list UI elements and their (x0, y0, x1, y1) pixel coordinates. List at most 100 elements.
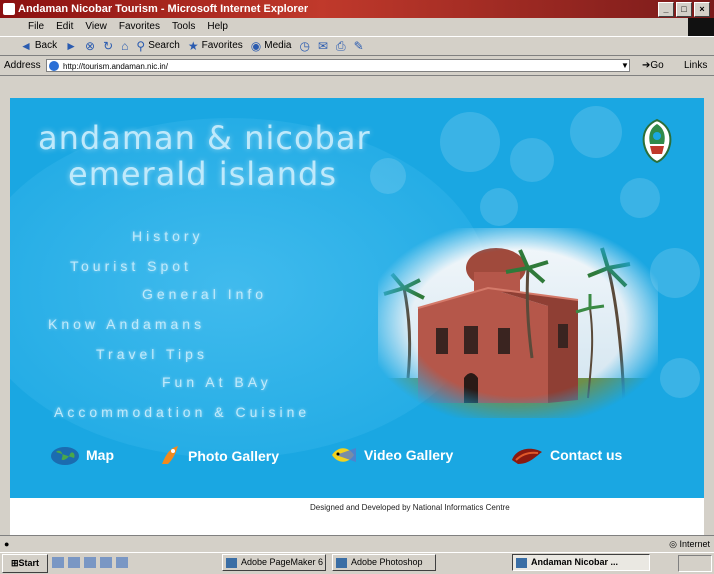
home-button[interactable]: ⌂ (121, 36, 128, 56)
nav-travel-tips[interactable]: Travel Tips (96, 346, 208, 362)
window-controls: _ □ × (658, 2, 710, 17)
bubble-decoration (660, 358, 700, 398)
tropical-fish-icon (332, 448, 356, 462)
minimize-button[interactable]: _ (658, 2, 674, 17)
task-internet-explorer[interactable]: Andaman Nicobar ... (512, 554, 650, 571)
edit-icon: ✎ (353, 39, 364, 53)
system-tray (678, 555, 712, 572)
sea-creature-icon (512, 448, 542, 464)
mail-icon: ✉ (317, 39, 329, 53)
window-titlebar: Andaman Nicobar Tourism - Microsoft Inte… (0, 0, 714, 18)
menu-edit[interactable]: Edit (56, 18, 73, 36)
video-gallery-link[interactable]: Video Gallery (330, 444, 453, 466)
pagemaker-icon (226, 558, 237, 568)
bubble-decoration (620, 178, 660, 218)
address-label: Address (4, 60, 41, 71)
emblem-icon (642, 118, 672, 164)
ie-icon (3, 3, 15, 15)
menu-file[interactable]: File (28, 18, 44, 36)
fish-icon (162, 446, 178, 464)
star-icon: ★ (187, 39, 199, 53)
video-gallery-label: Video Gallery (364, 447, 454, 463)
address-bar: Address http://tourism.andaman.nic.in/ ▼… (0, 56, 714, 76)
history-icon: ◷ (299, 39, 310, 53)
contact-us-link[interactable]: Contact us (510, 444, 622, 466)
nav-tourist-spot[interactable]: Tourist Spot (70, 258, 192, 274)
quick-launch-icon[interactable] (84, 557, 96, 568)
go-button[interactable]: ➔Go (642, 56, 664, 76)
page-icon (49, 61, 59, 71)
forward-button[interactable]: ► (65, 36, 77, 56)
forward-arrow-icon: ► (65, 39, 78, 53)
refresh-icon: ↻ (103, 39, 114, 53)
site-title-line2: emerald islands (68, 155, 338, 193)
maximize-button[interactable]: □ (676, 2, 692, 17)
edit-button[interactable]: ✎ (354, 36, 364, 56)
links-button[interactable]: Links (684, 56, 707, 76)
close-button[interactable]: × (694, 2, 710, 17)
home-icon: ⌂ (121, 39, 129, 53)
media-icon: ◉ (250, 39, 262, 53)
site-banner: andaman & nicobar emerald islands Histor… (10, 98, 704, 498)
map-link[interactable]: Map (50, 444, 114, 466)
menu-view[interactable]: View (85, 18, 107, 36)
nav-accommodation-cuisine[interactable]: Accommodation & Cuisine (54, 404, 310, 420)
quick-launch-icon[interactable] (52, 557, 64, 568)
photoshop-icon (336, 558, 347, 568)
contact-us-label: Contact us (550, 447, 623, 463)
page-viewport: andaman & nicobar emerald islands Histor… (10, 98, 704, 535)
quick-launch-icon[interactable] (100, 557, 112, 568)
globe-icon (51, 447, 79, 465)
quick-launch-icon[interactable] (68, 557, 80, 568)
nav-history[interactable]: History (132, 228, 204, 244)
windows-flag-icon: ⊞ (10, 558, 19, 568)
site-title-line1: andaman & nicobar (38, 119, 371, 157)
address-input[interactable]: http://tourism.andaman.nic.in/ (46, 59, 630, 72)
address-url: http://tourism.andaman.nic.in/ (63, 62, 168, 71)
security-zone: ◎ Internet (669, 539, 710, 549)
print-icon: ⎙ (336, 39, 346, 53)
bubble-decoration (480, 188, 518, 226)
back-button[interactable]: ◄ Back (20, 36, 57, 56)
globe-zone-icon: ◎ (669, 539, 680, 549)
map-label: Map (86, 447, 114, 463)
nav-fun-at-bay[interactable]: Fun At BAy (162, 374, 272, 390)
task-photoshop[interactable]: Adobe Photoshop (332, 554, 436, 571)
favorites-button[interactable]: ★ Favorites (188, 36, 243, 56)
search-icon: ⚲ (136, 39, 146, 53)
browser-toolbar: ◄ Back ► ⊗ ↻ ⌂ ⚲ Search ★ Favorites ◉ Media … (0, 36, 714, 56)
address-dropdown-icon[interactable]: ▼ (620, 60, 630, 71)
photo-gallery-label: Photo Gallery (188, 448, 280, 464)
print-button[interactable]: ⎙ (336, 36, 346, 56)
bubble-decoration (370, 158, 406, 194)
refresh-button[interactable]: ↻ (103, 36, 113, 56)
media-button[interactable]: ◉ Media (251, 36, 292, 56)
site-title: andaman & nicobar emerald islands (38, 120, 371, 192)
status-page-icon: ● (4, 539, 10, 549)
task-pagemaker[interactable]: Adobe PageMaker 6 (222, 554, 326, 571)
nav-know-andamans[interactable]: Know Andamans (48, 316, 205, 332)
back-arrow-icon: ◄ (20, 39, 32, 53)
mail-button[interactable]: ✉ (318, 36, 328, 56)
bubble-decoration (570, 106, 622, 158)
history-button[interactable]: ◷ (300, 36, 310, 56)
stop-icon: ⊗ (85, 39, 96, 53)
stop-button[interactable]: ⊗ (85, 36, 95, 56)
start-button[interactable]: ⊞Start (2, 554, 48, 573)
quick-launch-icon[interactable] (116, 557, 128, 568)
photo-gallery-link[interactable]: Photo Gallery (158, 444, 279, 468)
window-title: Andaman Nicobar Tourism - Microsoft Inte… (18, 3, 309, 15)
menu-favorites[interactable]: Favorites (119, 18, 160, 36)
site-credit: Designed and Developed by National Infor… (310, 503, 510, 512)
status-bar: ● ◎ Internet (0, 535, 714, 553)
search-button[interactable]: ⚲ Search (136, 36, 179, 56)
windows-logo-icon (688, 18, 714, 38)
quick-launch (52, 557, 128, 568)
menu-bar: File Edit View Favorites Tools Help (0, 18, 714, 38)
windows-taskbar: ⊞Start Adobe PageMaker 6 Adobe Photoshop… (0, 552, 714, 574)
ie-task-icon (516, 558, 527, 568)
menu-help[interactable]: Help (207, 18, 228, 36)
menu-tools[interactable]: Tools (172, 18, 195, 36)
nav-general-info[interactable]: General Info (142, 286, 267, 302)
bubble-decoration (440, 112, 500, 172)
